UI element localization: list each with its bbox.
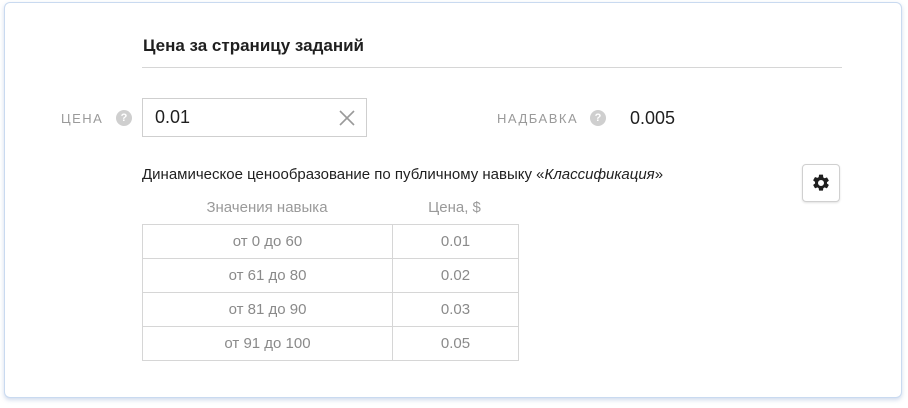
price-cell: 0.02 — [440, 267, 471, 284]
dynamic-pricing-title-prefix: Динамическое ценообразование по публично… — [142, 166, 545, 183]
pricing-card: Цена за страницу заданий ЦЕНА ? НАДБАВКА… — [4, 2, 902, 398]
table-row: от 91 до 100 0.05 — [143, 326, 518, 360]
column-header-skill-values: Значения навыка — [206, 199, 328, 216]
dynamic-pricing-title: Динамическое ценообразование по публично… — [142, 166, 663, 183]
price-cell: 0.01 — [440, 233, 471, 250]
price-help-icon[interactable]: ? — [116, 110, 132, 126]
price-cell: 0.05 — [440, 335, 471, 352]
skill-name: Классификация — [544, 166, 655, 183]
close-icon[interactable] — [337, 108, 357, 128]
skill-range-cell: от 0 до 60 — [143, 225, 393, 258]
surcharge-help-icon[interactable]: ? — [590, 110, 606, 126]
skill-range-cell: от 81 до 90 — [143, 293, 393, 326]
section-divider — [142, 67, 842, 68]
price-input[interactable] — [155, 99, 325, 136]
dynamic-pricing-title-suffix: » — [654, 166, 664, 183]
pricing-table: от 0 до 60 0.01 от 61 до 80 0.02 от 81 д… — [142, 224, 519, 361]
skill-range-cell: от 91 до 100 — [143, 327, 393, 360]
settings-button[interactable] — [802, 164, 840, 202]
gear-icon — [813, 174, 829, 191]
surcharge-label: НАДБАВКА — [497, 111, 579, 126]
skill-range-cell: от 61 до 80 — [143, 259, 393, 292]
price-label: ЦЕНА — [61, 111, 104, 126]
table-row: от 0 до 60 0.01 — [143, 225, 518, 258]
price-cell: 0.03 — [440, 301, 471, 318]
section-title: Цена за страницу заданий — [143, 36, 364, 55]
price-field[interactable] — [142, 98, 367, 137]
table-row: от 81 до 90 0.03 — [143, 292, 518, 326]
surcharge-value: 0.005 — [630, 108, 676, 128]
table-row: от 61 до 80 0.02 — [143, 258, 518, 292]
column-header-price: Цена, $ — [428, 199, 481, 216]
